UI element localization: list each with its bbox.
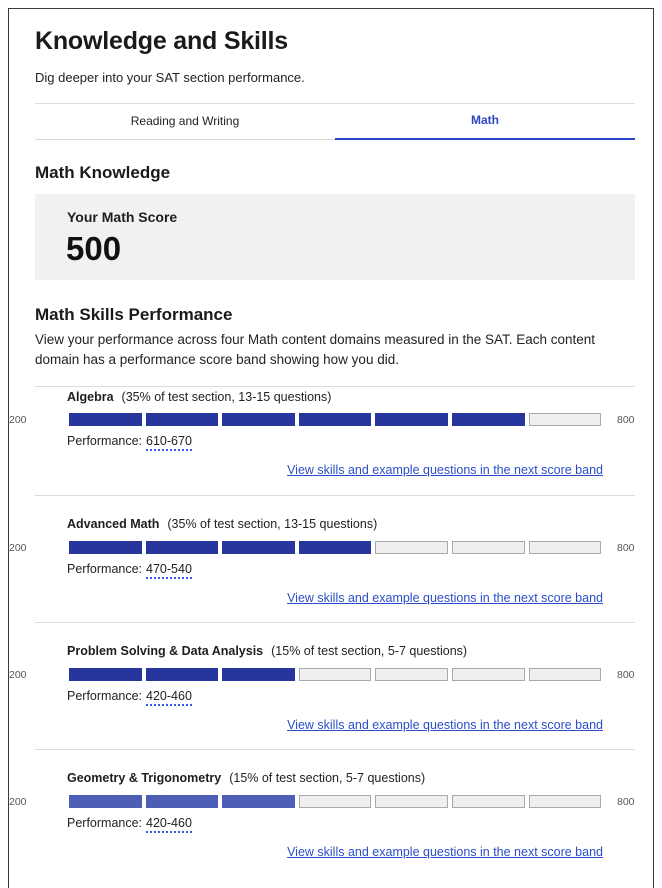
band-segment-empty	[528, 541, 602, 554]
band-segment-empty	[528, 795, 602, 808]
performance-range[interactable]: 420-460	[146, 816, 192, 833]
band-segment-empty	[451, 541, 525, 554]
band-segment-filled	[222, 668, 295, 681]
performance-range[interactable]: 470-540	[146, 562, 192, 579]
scale-min: 200	[9, 414, 27, 426]
band-segment-filled	[375, 413, 448, 426]
performance: Performance: 420-460	[67, 816, 192, 833]
band-segment-filled	[69, 541, 142, 554]
domain-header: Problem Solving & Data Analysis (15% of t…	[67, 644, 467, 658]
tab-math[interactable]: Math	[335, 104, 635, 140]
scale-min: 200	[9, 796, 27, 808]
band-segment-filled	[145, 541, 219, 554]
tab-reading-writing[interactable]: Reading and Writing	[35, 104, 335, 140]
band-segment-filled	[222, 413, 295, 426]
scale-max: 800	[617, 414, 635, 426]
skills-description: View your performance across four Math c…	[35, 332, 596, 367]
band-segment-filled	[298, 541, 372, 554]
score-value: 500	[66, 230, 122, 267]
performance-label: Performance:	[67, 816, 143, 830]
domain-name: Algebra	[67, 390, 114, 404]
performance: Performance: 420-460	[67, 689, 192, 706]
band-segment-filled	[69, 795, 142, 808]
domain-header: Algebra (35% of test section, 13-15 quest…	[67, 390, 331, 404]
knowledge-heading: Math Knowledge	[35, 163, 171, 182]
performance-label: Performance:	[67, 689, 143, 703]
band-segment-filled	[145, 795, 219, 808]
score-card: Your Math Score 500	[35, 194, 635, 280]
band-segment-filled	[451, 413, 525, 426]
skills-heading: Math Skills Performance	[35, 305, 233, 324]
band-segment-empty	[451, 668, 525, 681]
score-band-bar	[69, 795, 603, 808]
band-segment-empty	[375, 541, 448, 554]
domain-meta: (15% of test section, 5-7 questions)	[229, 771, 426, 785]
scale-min: 200	[9, 669, 27, 681]
band-segment-filled	[222, 795, 295, 808]
domain-name: Advanced Math	[67, 517, 160, 531]
band-segment-empty	[528, 413, 602, 426]
domain-header: Advanced Math (35% of test section, 13-15…	[67, 517, 377, 531]
scale-min: 200	[9, 542, 27, 554]
performance: Performance: 470-540	[67, 562, 192, 579]
score-band-bar	[69, 413, 603, 426]
performance-range[interactable]: 610-670	[146, 434, 192, 451]
performance-range[interactable]: 420-460	[146, 689, 192, 706]
page-title: Knowledge and Skills	[35, 27, 288, 55]
domain-geometry: Geometry & Trigonometry (15% of test sect…	[9, 749, 635, 877]
next-band-link[interactable]: View skills and example questions in the…	[287, 591, 603, 605]
band-segment-empty	[375, 668, 448, 681]
performance: Performance: 610-670	[67, 434, 192, 451]
performance-label: Performance:	[67, 434, 143, 448]
band-segment-empty	[375, 795, 448, 808]
band-segment-filled	[298, 413, 372, 426]
band-segment-filled	[69, 413, 142, 426]
band-segment-empty	[298, 795, 372, 808]
band-segment-empty	[451, 795, 525, 808]
band-segment-empty	[528, 668, 602, 681]
domain-header: Geometry & Trigonometry (15% of test sect…	[67, 771, 425, 785]
page-subtitle: Dig deeper into your SAT section perform…	[35, 70, 305, 85]
domain-advanced-math: Advanced Math (35% of test section, 13-15…	[9, 495, 635, 623]
scale-max: 800	[617, 796, 635, 808]
band-segment-filled	[69, 668, 142, 681]
band-segment-empty	[298, 668, 372, 681]
score-band-bar	[69, 668, 603, 681]
score-band-bar	[69, 541, 603, 554]
domain-meta: (35% of test section, 13-15 questions)	[121, 390, 332, 404]
domain-name: Geometry & Trigonometry	[67, 771, 222, 785]
domain-problem-solving: Problem Solving & Data Analysis (15% of t…	[9, 622, 635, 750]
next-band-link[interactable]: View skills and example questions in the…	[287, 718, 603, 732]
score-label: Your Math Score	[67, 209, 178, 225]
domain-name: Problem Solving & Data Analysis	[67, 644, 264, 658]
next-band-link[interactable]: View skills and example questions in the…	[287, 845, 603, 859]
report-frame: Knowledge and Skills Dig deeper into you…	[8, 8, 654, 888]
band-segment-filled	[145, 668, 219, 681]
performance-label: Performance:	[67, 562, 143, 576]
band-segment-filled	[145, 413, 219, 426]
next-band-link[interactable]: View skills and example questions in the…	[287, 463, 603, 477]
scale-max: 800	[617, 669, 635, 681]
domain-meta: (15% of test section, 5-7 questions)	[271, 644, 468, 658]
scale-max: 800	[617, 542, 635, 554]
section-tabs: Reading and Writing Math	[35, 104, 635, 140]
band-segment-filled	[222, 541, 295, 554]
domain-meta: (35% of test section, 13-15 questions)	[167, 517, 378, 531]
